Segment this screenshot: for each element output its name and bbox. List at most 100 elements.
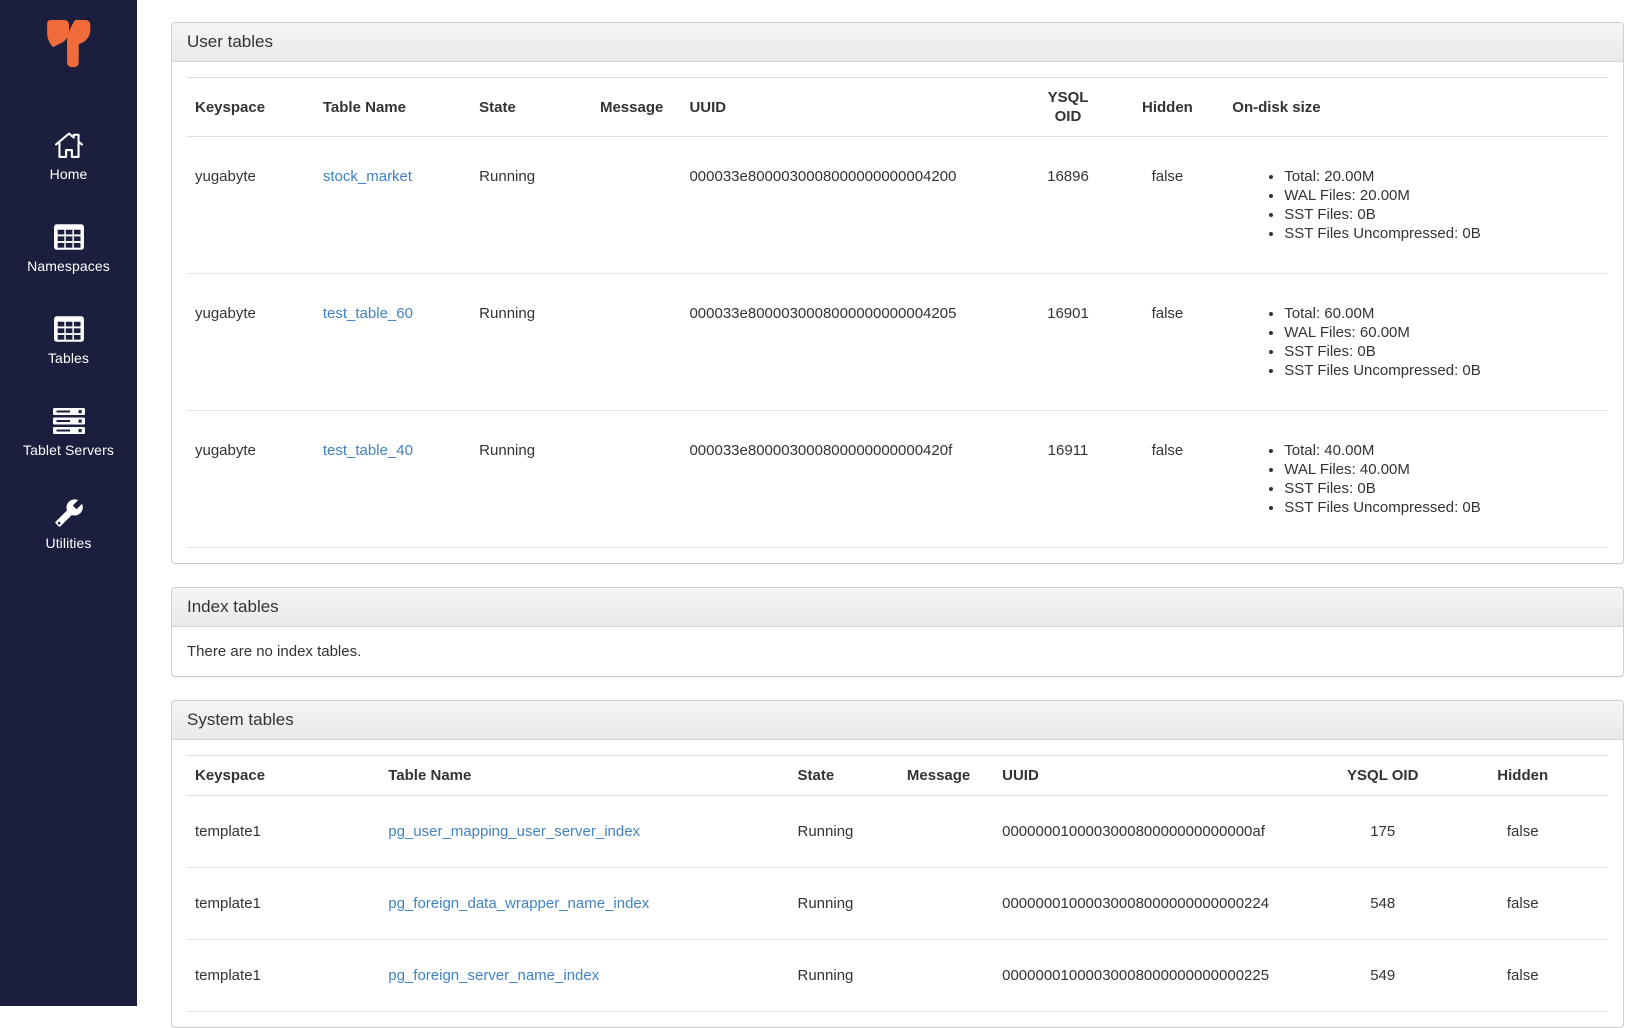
system-tables-heading: System tables	[172, 701, 1623, 740]
system-tables-table: Keyspace Table Name State Message UUID Y…	[187, 755, 1608, 1012]
table-link[interactable]: test_table_40	[323, 442, 413, 459]
panel-title: System tables	[187, 710, 294, 729]
column-header-hidden: Hidden	[1437, 756, 1608, 796]
on-disk-size-list: Total: 60.00M WAL Files: 60.00M SST File…	[1232, 304, 1600, 380]
index-tables-panel: Index tables There are no index tables.	[171, 587, 1624, 677]
sidebar-item-tables[interactable]: Tables	[0, 294, 137, 386]
message-cell	[899, 940, 994, 1012]
on-disk-size-cell: Total: 20.00M WAL Files: 20.00M SST File…	[1224, 137, 1608, 274]
table-link[interactable]: stock_market	[323, 168, 412, 185]
hidden-cell: false	[1111, 274, 1225, 411]
keyspace-cell: yugabyte	[187, 137, 315, 274]
user-tables-panel: User tables Keyspace Table Name State Me…	[171, 22, 1624, 564]
panel-title: User tables	[187, 32, 273, 51]
message-cell	[592, 274, 682, 411]
table-link[interactable]: test_table_60	[323, 305, 413, 322]
on-disk-size-item: SST Files: 0B	[1284, 342, 1600, 361]
table-row: template1 pg_foreign_server_name_index R…	[187, 940, 1608, 1012]
table-name-cell: pg_user_mapping_user_server_index	[380, 796, 789, 868]
user-tables-body: Keyspace Table Name State Message UUID Y…	[172, 62, 1623, 563]
state-cell: Running	[471, 274, 592, 411]
message-cell	[899, 868, 994, 940]
utilities-icon	[54, 498, 84, 528]
keyspace-cell: template1	[187, 868, 380, 940]
state-cell: Running	[790, 940, 899, 1012]
yugabyte-logo[interactable]	[0, 0, 137, 110]
uuid-cell: 000033e800003000800000000000420f	[681, 411, 1025, 548]
on-disk-size-item: Total: 20.00M	[1284, 167, 1600, 186]
on-disk-size-item: WAL Files: 40.00M	[1284, 460, 1600, 479]
on-disk-size-item: SST Files Uncompressed: 0B	[1284, 361, 1600, 380]
hidden-cell: false	[1437, 868, 1608, 940]
sidebar-item-tablet-servers[interactable]: Tablet Servers	[0, 386, 137, 478]
table-link[interactable]: pg_foreign_data_wrapper_name_index	[388, 895, 649, 912]
on-disk-size-item: SST Files Uncompressed: 0B	[1284, 224, 1600, 243]
message-cell	[592, 411, 682, 548]
user-tables-table: Keyspace Table Name State Message UUID Y…	[187, 77, 1608, 548]
message-cell	[899, 796, 994, 868]
column-header-ysql-oid: YSQL OID	[1328, 756, 1437, 796]
on-disk-size-item: SST Files: 0B	[1284, 479, 1600, 498]
column-header-hidden: Hidden	[1111, 78, 1225, 137]
sidebar-item-utilities[interactable]: Utilities	[0, 478, 137, 570]
table-row: yugabyte test_table_60 Running 000033e80…	[187, 274, 1608, 411]
keyspace-cell: template1	[187, 940, 380, 1012]
column-header-ysql-oid: YSQL OID	[1025, 78, 1110, 137]
keyspace-cell: template1	[187, 796, 380, 868]
on-disk-size-item: WAL Files: 20.00M	[1284, 186, 1600, 205]
ysql-oid-cell: 549	[1328, 940, 1437, 1012]
on-disk-size-cell: Total: 40.00M WAL Files: 40.00M SST File…	[1224, 411, 1608, 548]
message-cell	[592, 137, 682, 274]
on-disk-size-item: Total: 40.00M	[1284, 441, 1600, 460]
table-row: yugabyte stock_market Running 000033e800…	[187, 137, 1608, 274]
table-link[interactable]: pg_foreign_server_name_index	[388, 967, 599, 984]
column-header-state: State	[471, 78, 592, 137]
keyspace-cell: yugabyte	[187, 411, 315, 548]
table-name-cell: pg_foreign_server_name_index	[380, 940, 789, 1012]
state-cell: Running	[790, 868, 899, 940]
sidebar-item-home[interactable]: Home	[0, 110, 137, 202]
sidebar-item-label: Namespaces	[27, 258, 110, 274]
home-icon	[53, 131, 85, 159]
index-tables-body: There are no index tables.	[172, 627, 1623, 676]
hidden-cell: false	[1111, 411, 1225, 548]
uuid-cell: 000033e8000030008000000000004205	[681, 274, 1025, 411]
ysql-oid-cell: 175	[1328, 796, 1437, 868]
column-header-keyspace: Keyspace	[187, 756, 380, 796]
main-content: User tables Keyspace Table Name State Me…	[137, 0, 1635, 1028]
system-tables-panel: System tables Keyspace Table Name State …	[171, 700, 1624, 1028]
state-cell: Running	[790, 796, 899, 868]
index-tables-heading: Index tables	[172, 588, 1623, 627]
uuid-cell: 00000001000030008000000000000224	[994, 868, 1328, 940]
table-header-row: Keyspace Table Name State Message UUID Y…	[187, 78, 1608, 137]
on-disk-size-item: WAL Files: 60.00M	[1284, 323, 1600, 342]
table-name-cell: pg_foreign_data_wrapper_name_index	[380, 868, 789, 940]
state-cell: Running	[471, 137, 592, 274]
yugabyte-logo-icon	[42, 15, 96, 71]
uuid-cell: 000000010000300080000000000000af	[994, 796, 1328, 868]
table-name-cell: test_table_60	[315, 274, 471, 411]
table-name-cell: test_table_40	[315, 411, 471, 548]
on-disk-size-cell: Total: 60.00M WAL Files: 60.00M SST File…	[1224, 274, 1608, 411]
user-tables-heading: User tables	[172, 23, 1623, 62]
table-row: template1 pg_foreign_data_wrapper_name_i…	[187, 868, 1608, 940]
table-link[interactable]: pg_user_mapping_user_server_index	[388, 823, 640, 840]
table-row: template1 pg_user_mapping_user_server_in…	[187, 796, 1608, 868]
column-header-table-name: Table Name	[315, 78, 471, 137]
keyspace-cell: yugabyte	[187, 274, 315, 411]
on-disk-size-item: SST Files Uncompressed: 0B	[1284, 498, 1600, 517]
on-disk-size-item: SST Files: 0B	[1284, 205, 1600, 224]
table-row: yugabyte test_table_40 Running 000033e80…	[187, 411, 1608, 548]
system-tables-body: Keyspace Table Name State Message UUID Y…	[172, 740, 1623, 1027]
table-name-cell: stock_market	[315, 137, 471, 274]
column-header-on-disk-size: On-disk size	[1224, 78, 1608, 137]
column-header-state: State	[790, 756, 899, 796]
column-header-uuid: UUID	[994, 756, 1328, 796]
sidebar-item-namespaces[interactable]: Namespaces	[0, 202, 137, 294]
sidebar-item-label: Home	[50, 166, 88, 182]
hidden-cell: false	[1437, 796, 1608, 868]
table-header-row: Keyspace Table Name State Message UUID Y…	[187, 756, 1608, 796]
sidebar-item-label: Tables	[48, 350, 89, 366]
uuid-cell: 000033e8000030008000000000004200	[681, 137, 1025, 274]
ysql-oid-cell: 16911	[1025, 411, 1110, 548]
